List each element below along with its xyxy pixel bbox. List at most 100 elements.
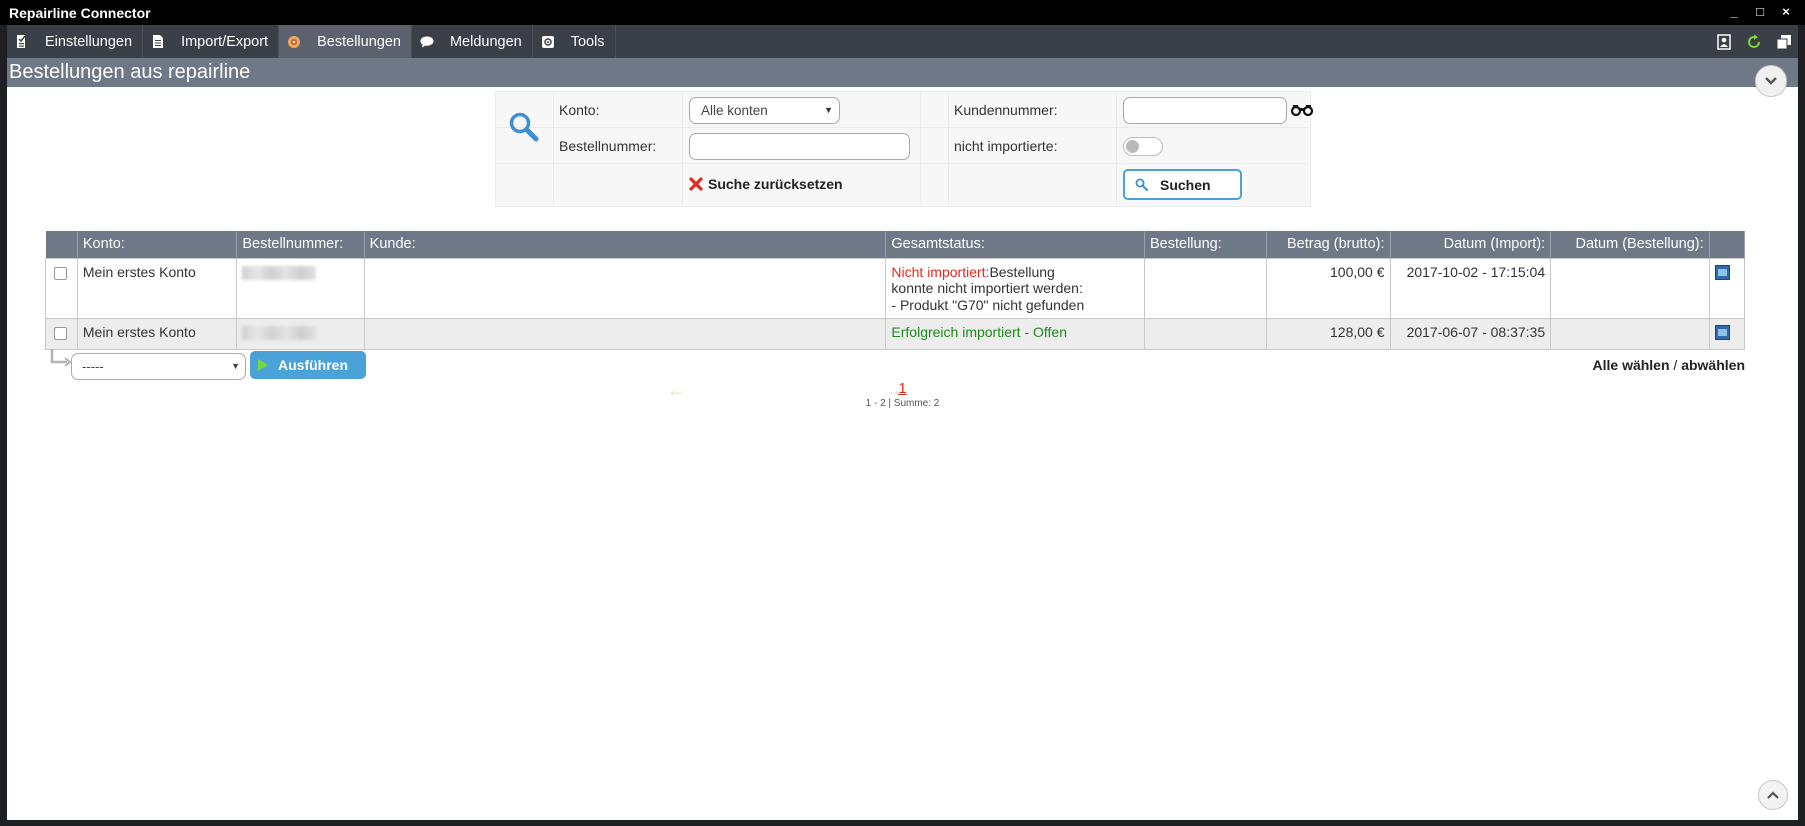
search-button[interactable]: Suchen <box>1123 169 1242 200</box>
close-button[interactable]: × <box>1779 3 1793 21</box>
status-line-3: - Produkt "G70" nicht gefunden <box>891 296 1085 313</box>
cell-datum-bestellung <box>1550 318 1710 350</box>
menu-item-tools[interactable]: Tools <box>533 25 616 58</box>
search-icon <box>1135 178 1148 191</box>
main-content: Bestellungen aus repairline Konto: Alle … <box>7 58 1798 820</box>
document-icon <box>151 34 165 50</box>
header-bestellung[interactable]: Bestellung: <box>1144 231 1267 258</box>
menu-item-meldungen[interactable]: Meldungen <box>412 25 533 58</box>
search-magnifier-icon <box>508 111 540 146</box>
binoculars-icon[interactable] <box>1290 103 1314 119</box>
status-line-2: konnte nicht importiert werden: <box>891 280 1083 296</box>
orders-icon <box>287 34 301 50</box>
maximize-button[interactable]: □ <box>1753 3 1767 21</box>
column-divider <box>553 92 554 206</box>
nicht-importierte-toggle[interactable] <box>1123 137 1163 156</box>
search-panel: Konto: Alle konten ▼ Kundennummer: Beste… <box>495 91 1314 207</box>
menu-item-label: Tools <box>570 33 605 50</box>
pagination: ← 1 → 1 - 2 | Summe: 2 <box>7 380 1798 409</box>
cell-betrag: 128,00 € <box>1265 318 1391 350</box>
table-row: Mein erstes Konto Erfolgreich importiert… <box>45 318 1746 350</box>
window-title: Repairline Connector <box>9 4 151 21</box>
menu-right-actions <box>1716 25 1792 58</box>
konto-select[interactable]: Alle konten ▼ <box>689 97 840 124</box>
reset-search-link[interactable]: Suche zurücksetzen <box>689 176 843 192</box>
next-page-arrow-icon[interactable]: → <box>885 380 903 401</box>
caret-down-icon: ▼ <box>824 105 833 115</box>
window-controls: _ □ × <box>1727 3 1793 21</box>
konto-label: Konto: <box>559 102 600 118</box>
cell-konto: Mein erstes Konto <box>76 318 238 350</box>
table-header: Konto: Bestellnummer: Kunde: Gesamtstatu… <box>45 231 1746 258</box>
app-window: Repairline Connector _ □ × Einstellungen… <box>0 0 1805 826</box>
menu-item-label: Meldungen <box>449 33 522 50</box>
nicht-importierte-label: nicht importierte: <box>954 138 1058 154</box>
cell-bestellnummer <box>236 318 365 350</box>
play-icon <box>258 359 268 371</box>
collapse-button[interactable] <box>1755 65 1787 97</box>
toggle-knob <box>1126 140 1139 153</box>
user-profile-icon[interactable] <box>1716 33 1732 50</box>
menu-item-import-export[interactable]: Import/Export <box>143 25 280 58</box>
status-success: Erfolgreich importiert - Offen <box>891 324 1067 340</box>
redacted-order-number <box>242 265 317 280</box>
cell-bestellung <box>1144 257 1267 319</box>
header-bestellnummer[interactable]: Bestellnummer: <box>236 231 365 258</box>
header-datum-import[interactable]: Datum (Import): <box>1390 231 1552 258</box>
row-actions-cell <box>1708 257 1746 319</box>
column-divider <box>948 92 949 206</box>
header-datum-bestellung[interactable]: Datum (Bestellung): <box>1550 231 1710 258</box>
row-actions-cell <box>1708 318 1746 350</box>
caret-down-icon: ▼ <box>231 361 240 371</box>
reset-search-label: Suche zurücksetzen <box>708 176 843 192</box>
cell-datum-import: 2017-06-07 - 08:37:35 <box>1389 318 1552 350</box>
chevron-down-icon <box>1765 77 1777 85</box>
main-menu: Einstellungen Import/Export Bestellungen… <box>7 25 1798 58</box>
kundennummer-label: Kundennummer: <box>954 102 1058 118</box>
chat-bubble-icon <box>420 34 434 50</box>
checklist-icon <box>15 34 29 50</box>
bestellnummer-input[interactable] <box>689 133 910 160</box>
minimize-button[interactable]: _ <box>1727 3 1741 21</box>
konto-select-value: Alle konten <box>701 103 768 118</box>
scroll-to-top-button[interactable] <box>1758 780 1788 810</box>
menu-item-label: Import/Export <box>181 33 269 50</box>
cell-kunde <box>363 257 887 319</box>
cell-betrag: 100,00 € <box>1265 257 1391 319</box>
order-detail-icon[interactable] <box>1714 264 1730 280</box>
row-checkbox[interactable] <box>54 327 67 340</box>
column-divider <box>682 92 683 206</box>
select-all-link[interactable]: Alle wählen <box>1593 357 1670 373</box>
execute-button-label: Ausführen <box>278 357 348 373</box>
cell-bestellung <box>1144 318 1267 350</box>
orders-table-container: Konto: Bestellnummer: Kunde: Gesamtstatu… <box>45 231 1746 350</box>
header-gesamtstatus[interactable]: Gesamtstatus: <box>885 231 1145 258</box>
redacted-order-number <box>242 326 317 340</box>
header-actions <box>1709 231 1746 258</box>
execute-button[interactable]: Ausführen <box>250 351 366 379</box>
bulk-action-select[interactable]: ----- ▼ <box>71 353 246 380</box>
bulk-action-value: ----- <box>82 359 104 374</box>
header-kunde[interactable]: Kunde: <box>364 231 887 258</box>
status-error-prefix: Nicht importiert: <box>891 263 990 280</box>
chevron-up-icon <box>1767 791 1779 799</box>
row-select-cell <box>45 257 78 319</box>
menu-item-bestellungen[interactable]: Bestellungen <box>279 25 412 58</box>
kundennummer-input[interactable] <box>1123 97 1287 124</box>
header-betrag[interactable]: Betrag (brutto): <box>1266 231 1391 258</box>
refresh-icon[interactable] <box>1746 34 1762 50</box>
prev-page-arrow-icon[interactable]: ← <box>667 380 685 401</box>
deselect-all-link[interactable]: abwählen <box>1681 357 1745 373</box>
column-divider <box>920 92 921 206</box>
order-detail-icon[interactable] <box>1714 325 1730 340</box>
select-separator: / <box>1673 357 1678 373</box>
cell-konto: Mein erstes Konto <box>76 257 238 319</box>
row-select-cell <box>45 318 78 350</box>
cell-datum-bestellung <box>1550 257 1710 319</box>
tools-icon <box>541 34 555 50</box>
header-select <box>45 231 78 258</box>
copy-window-icon[interactable] <box>1776 34 1792 50</box>
menu-item-einstellungen[interactable]: Einstellungen <box>7 25 144 58</box>
row-checkbox[interactable] <box>54 266 67 280</box>
header-konto[interactable]: Konto: <box>77 231 238 258</box>
